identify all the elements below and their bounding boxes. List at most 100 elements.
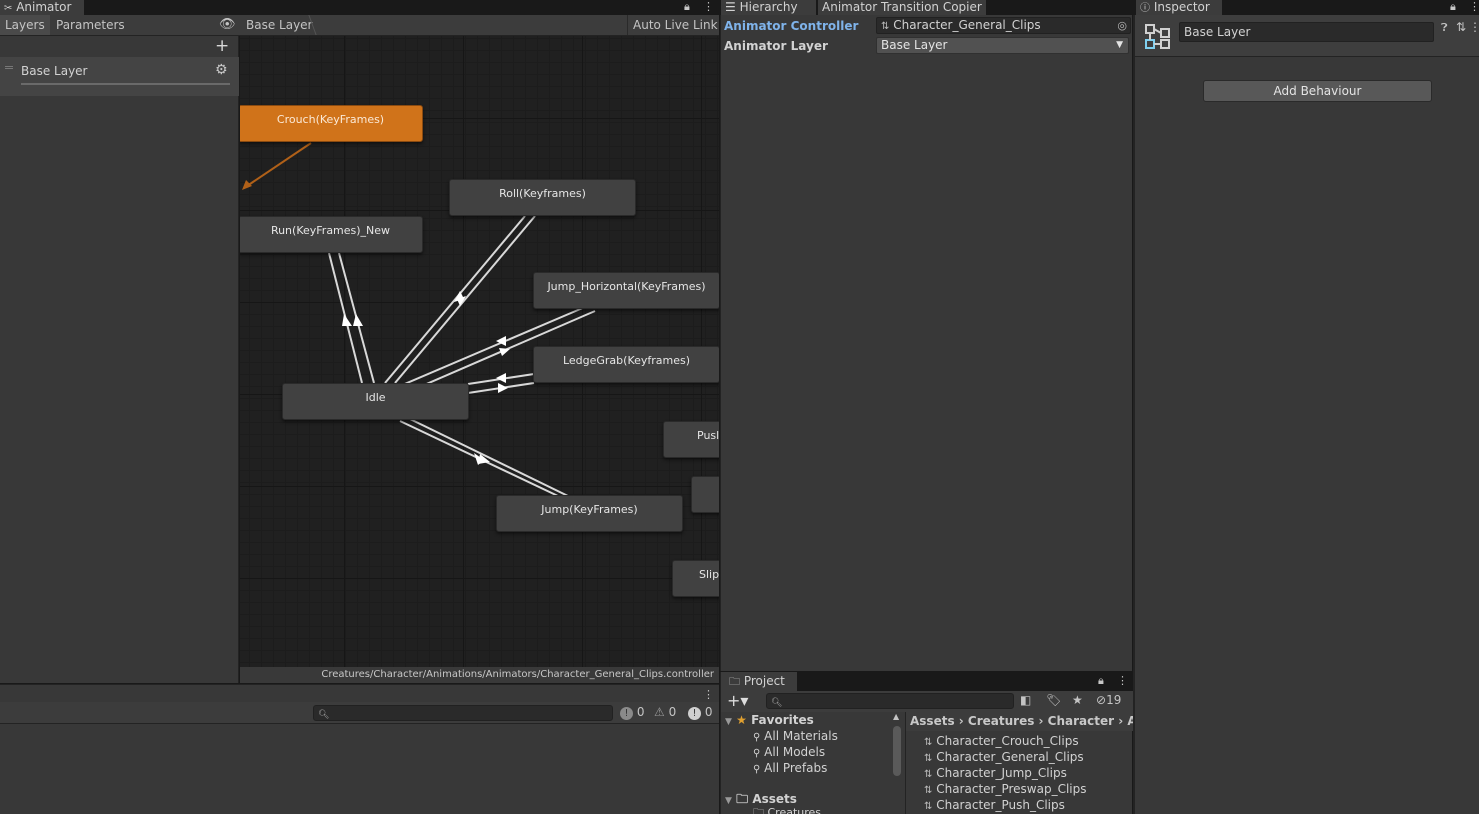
console-warning-count: 0	[668, 705, 677, 719]
console-panel: ⋮ 🔍︎ ! 0 ⚠ 0 ! 0	[0, 684, 719, 814]
console-info-toggle[interactable]: ! 0	[620, 705, 644, 720]
assets-label: Assets	[752, 792, 797, 806]
tree-scrollbar[interactable]	[893, 726, 901, 776]
animator-controller-icon: ⇅	[924, 769, 933, 780]
creatures-folder[interactable]: 🗀 Creatures	[753, 805, 821, 814]
animator-controller-field[interactable]: ⇅ Character_General_Clips ◎	[876, 17, 1131, 34]
hidden-count: 19	[1106, 693, 1122, 707]
favorite-item[interactable]: ⚲ All Prefabs	[753, 760, 827, 778]
state-jump[interactable]: Jump(KeyFrames)	[496, 495, 683, 532]
breadcrumb-character[interactable]: Character	[1048, 714, 1114, 728]
state-jump-horizontal[interactable]: Jump_Horizontal(KeyFrames)	[533, 272, 719, 309]
tab-hierarchy[interactable]: ☰ Hierarchy	[721, 0, 816, 15]
eye-icon[interactable]: 👁︎	[219, 17, 236, 32]
state-unnamed[interactable]	[691, 476, 719, 513]
state-slip[interactable]: Slip	[672, 560, 719, 597]
project-search-input[interactable]: 🔍︎	[766, 693, 1014, 709]
drag-handle-icon[interactable]	[5, 66, 13, 69]
hidden-packages-toggle[interactable]: ⊘19	[1096, 693, 1121, 707]
state-roll[interactable]: Roll(Keyframes)	[449, 179, 636, 216]
animator-controller-label: Animator Controller	[724, 19, 859, 33]
transition-arrow-icon	[499, 348, 510, 356]
layer-name: Base Layer	[21, 64, 88, 78]
console-kebab-icon[interactable]: ⋮	[703, 688, 714, 702]
auto-live-link-button[interactable]: Auto Live Link	[627, 15, 723, 35]
breadcrumb-assets[interactable]: Assets	[910, 714, 955, 728]
asset-file-label: Character_Jump_Clips	[936, 766, 1067, 780]
state-machine-graph[interactable]: Crouch(KeyFrames) Roll(Keyframes) Run(Ke…	[240, 36, 719, 667]
hierarchy-icon: ☰	[725, 0, 736, 14]
folder-icon: 🗀	[729, 675, 740, 688]
favorites-star-icon[interactable]: ★	[1072, 693, 1083, 707]
breadcrumb-creatures[interactable]: Creatures	[968, 714, 1034, 728]
scroll-up-icon[interactable]: ▲	[893, 712, 899, 721]
animator-icon: ✂	[4, 3, 13, 14]
asset-file-label: Character_Crouch_Clips	[936, 734, 1079, 748]
breadcrumb-base-layer[interactable]: Base Layer	[241, 15, 318, 35]
inspector-lock-icon[interactable]: 🔒︎	[1450, 0, 1456, 14]
console-error-count: 0	[704, 705, 713, 719]
add-layer-icon[interactable]: +	[215, 36, 229, 56]
layer-settings-gear-icon[interactable]: ⚙	[215, 62, 228, 78]
tab-inspector[interactable]: ⓘ Inspector	[1136, 0, 1222, 15]
transition-arrow-icon	[342, 314, 352, 326]
expand-arrow-icon: ▼	[725, 717, 732, 727]
search-icon: 🔍︎	[318, 710, 330, 720]
search-icon: ⚲	[753, 764, 761, 775]
favorite-item-label: All Models	[764, 745, 826, 759]
tab-inspector-label: Inspector	[1153, 0, 1210, 14]
inspector-kebab-icon[interactable]: ⋮	[1469, 0, 1479, 14]
favorite-item-label: All Prefabs	[764, 761, 828, 775]
tab-animator-transition-copier[interactable]: Animator Transition Copier	[818, 0, 986, 15]
state-crouch[interactable]: Crouch(KeyFrames)	[240, 105, 423, 142]
top-tabbar: ✂ Animator 🔒︎ ⋮ ☰ Hierarchy Animator Tra…	[0, 0, 1479, 15]
transition-idle-jump-b[interactable]	[409, 418, 569, 497]
favorites-star-icon: ★	[736, 713, 747, 727]
settings-icon[interactable]: ⋮	[1469, 20, 1479, 34]
project-lock-icon[interactable]: 🔒︎	[1098, 674, 1104, 688]
breadcrumb-chevron-icon: ›	[1118, 714, 1128, 728]
animator-toolbar: Layers Parameters 👁︎ Base Layer Auto Liv…	[0, 15, 719, 36]
controller-asset-icon: ⇅	[881, 21, 890, 32]
search-by-type-icon[interactable]: ◧	[1020, 693, 1031, 707]
search-icon: ⚲	[753, 748, 761, 759]
inspector-name-field[interactable]: Base Layer	[1179, 22, 1434, 42]
console-warning-toggle[interactable]: ⚠ 0	[654, 705, 676, 719]
object-picker-icon[interactable]: ◎	[1117, 18, 1127, 33]
state-run[interactable]: Run(KeyFrames)_New	[240, 216, 423, 253]
tab-layers[interactable]: Layers	[0, 15, 50, 35]
project-breadcrumb: Assets › Creatures › Character › A	[906, 712, 1134, 731]
state-push[interactable]: Pusl	[663, 421, 719, 458]
asset-file-label: Character_General_Clips	[936, 750, 1084, 764]
console-search-input[interactable]: 🔍︎	[313, 705, 613, 721]
state-ledge-grab[interactable]: LedgeGrab(Keyframes)	[533, 346, 719, 383]
layer-dropdown-value: Base Layer	[881, 38, 948, 52]
add-behaviour-button[interactable]: Add Behaviour	[1203, 80, 1432, 102]
lock-icon[interactable]: 🔒︎	[684, 0, 690, 14]
transition-arrow-icon	[353, 314, 363, 326]
tab-animator[interactable]: ✂ Animator	[0, 0, 84, 15]
animator-layer-dropdown[interactable]: Base Layer ▼	[876, 37, 1129, 54]
asset-file-label: Character_Push_Clips	[936, 798, 1065, 812]
layer-row-base-layer[interactable]: Base Layer ⚙	[0, 57, 239, 96]
kebab-menu-icon[interactable]: ⋮	[703, 0, 714, 14]
transition-crouch[interactable]	[243, 142, 312, 189]
create-plus-icon[interactable]: +▾	[727, 691, 748, 710]
transition-arrow-icon	[242, 180, 252, 190]
asset-file[interactable]: ⇅ Character_Push_Clips	[924, 797, 1065, 814]
tab-parameters[interactable]: Parameters	[51, 15, 130, 35]
state-idle[interactable]: Idle	[282, 383, 469, 420]
tab-hierarchy-label: Hierarchy	[739, 0, 798, 14]
tab-project[interactable]: 🗀 Project	[721, 672, 797, 691]
controller-value: Character_General_Clips	[893, 18, 1041, 32]
project-toolbar: +▾ 🔍︎ ◧ 🏷︎ ★ ⊘19	[721, 691, 1133, 712]
animator-layer-label: Animator Layer	[724, 39, 828, 53]
help-icon[interactable]: ❓︎	[1441, 21, 1448, 35]
favorites-label: Favorites	[751, 713, 814, 727]
animator-controller-icon: ⇅	[924, 801, 933, 812]
presets-icon[interactable]: ⇅	[1456, 20, 1466, 34]
console-error-toggle[interactable]: ! 0	[688, 705, 712, 720]
project-kebab-icon[interactable]: ⋮	[1117, 674, 1128, 688]
search-by-label-icon[interactable]: 🏷︎	[1046, 693, 1061, 707]
animator-controller-icon: ⇅	[924, 737, 933, 748]
